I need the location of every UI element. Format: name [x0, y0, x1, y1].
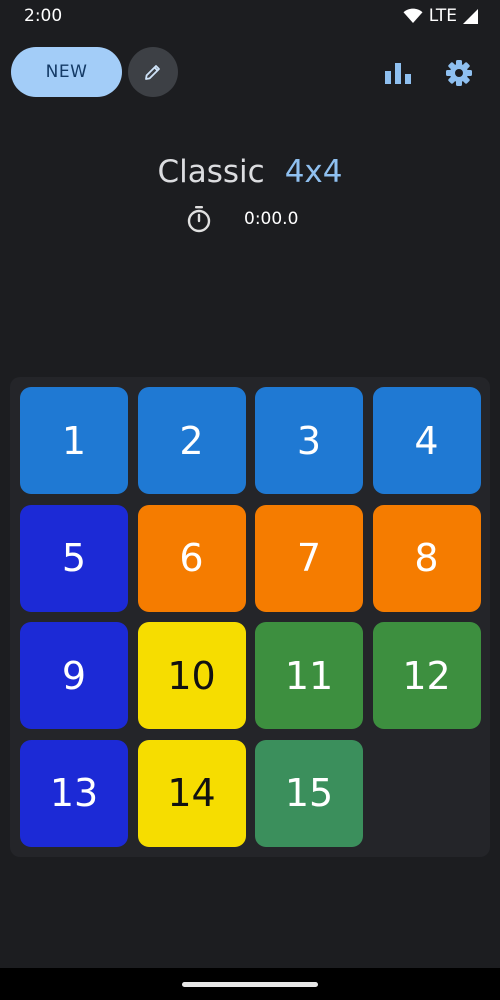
tile-number: 1: [61, 418, 87, 463]
edit-button[interactable]: [128, 47, 178, 97]
tile-number: 6: [179, 536, 204, 580]
tile-number: 9: [61, 653, 87, 698]
tile-4[interactable]: 4: [372, 387, 481, 494]
tile-7[interactable]: 7: [255, 504, 363, 612]
tile-number: 4: [414, 418, 439, 463]
statistics-button[interactable]: [379, 54, 417, 92]
home-gesture-handle[interactable]: [182, 982, 318, 987]
gear-icon: [446, 60, 472, 86]
stopwatch-icon: [187, 206, 211, 233]
status-bar: 2:00 LTE: [0, 0, 500, 32]
tile-number: 5: [61, 536, 87, 580]
tile-number: 11: [284, 653, 334, 698]
wifi-icon: [403, 8, 423, 23]
tile-number: 3: [296, 418, 322, 463]
tile-8[interactable]: 8: [372, 504, 481, 612]
tile-number: 13: [49, 771, 99, 815]
tile-15[interactable]: 15: [255, 739, 363, 847]
tile-10[interactable]: 10: [137, 622, 246, 729]
tile-number: 14: [167, 771, 216, 815]
tile-number: 2: [179, 418, 204, 463]
tile-2[interactable]: 2: [137, 387, 246, 494]
tile-12[interactable]: 12: [372, 622, 481, 729]
cell-signal-icon: [463, 8, 478, 24]
tile-6[interactable]: 6: [137, 504, 246, 612]
timer-value: 0:00.0: [244, 209, 299, 229]
tile-number: 7: [296, 536, 322, 580]
tile-11[interactable]: 11: [255, 622, 363, 729]
network-type: LTE: [428, 6, 457, 26]
new-game-button[interactable]: NEW: [11, 47, 122, 97]
tile-3[interactable]: 3: [255, 387, 363, 494]
tile-14[interactable]: 14: [137, 739, 246, 847]
tile-9[interactable]: 9: [20, 622, 128, 729]
status-icons: LTE: [403, 6, 478, 26]
tile-number: 10: [167, 653, 216, 698]
pencil-icon: [145, 65, 160, 80]
navigation-bar: [0, 968, 500, 1000]
game-mode: Classic: [157, 154, 265, 190]
board-size: 4x4: [284, 154, 343, 190]
tile-1[interactable]: 1: [20, 387, 128, 494]
status-time: 2:00: [24, 6, 63, 26]
bar-chart-icon: [385, 63, 411, 84]
tile-number: 8: [414, 536, 439, 580]
puzzle-board: 1 2 3 4 5 6 7 8 9 10 11 12 13 14 15: [10, 377, 490, 857]
tile-number: 15: [284, 771, 334, 815]
timer: 0:00.0: [186, 204, 298, 234]
new-game-label: NEW: [45, 62, 88, 82]
tile-number: 12: [402, 653, 451, 698]
tile-5[interactable]: 5: [20, 504, 128, 612]
settings-button[interactable]: [440, 54, 478, 92]
tile-13[interactable]: 13: [20, 739, 128, 847]
game-title: Classic 4x4: [0, 150, 500, 194]
